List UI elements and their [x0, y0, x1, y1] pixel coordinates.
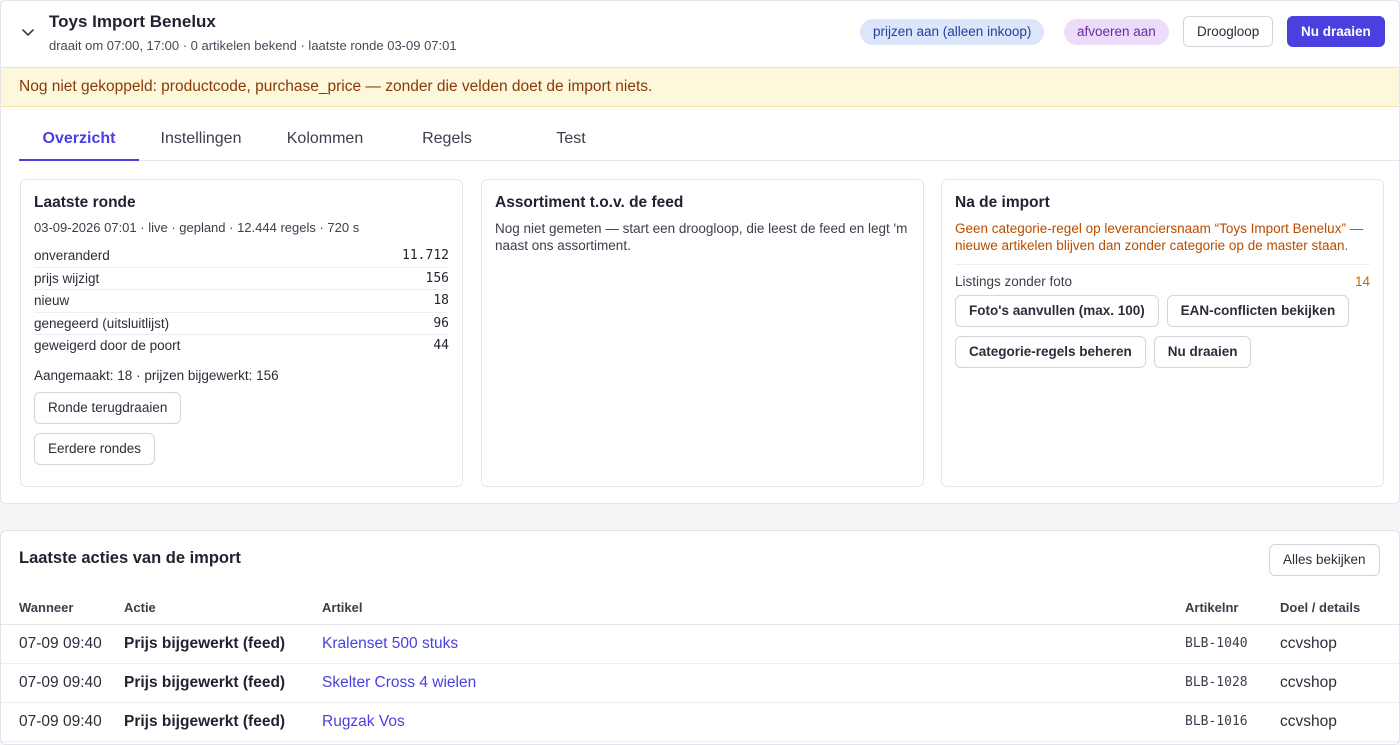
stat-label: nieuw	[34, 293, 70, 308]
article-link[interactable]: Kralenset 500 stuks	[322, 624, 1185, 664]
stat-row: genegeerd (uitsluitlijst) 96	[34, 313, 449, 335]
photo-row: Listings zonder foto 14	[955, 274, 1370, 289]
import-detail-card: Toys Import Benelux draait om 07:00, 17:…	[0, 0, 1400, 504]
run-now-button[interactable]: Nu draaien	[1287, 16, 1385, 47]
actions-table: Wanneer Actie Artikel Artikelnr Doel / d…	[1, 591, 1399, 742]
sku-cell: BLB-1028	[1185, 663, 1280, 703]
ean-conflicts-button[interactable]: EAN-conflicten bekijken	[1166, 295, 1350, 327]
section-title: Laatste acties van de import	[19, 549, 241, 567]
earlier-rounds-button[interactable]: Eerdere rondes	[34, 432, 156, 465]
status-badge-discard: afvoeren aan	[1064, 19, 1169, 45]
table-row: 07-09 09:40 Prijs bijgewerkt (feed) Rugz…	[1, 702, 1399, 742]
when-cell: 07-09 09:40	[1, 663, 124, 703]
tab-kolommen[interactable]: Kolommen	[269, 121, 381, 161]
panel-title: Assortiment t.o.v. de feed	[495, 194, 684, 211]
last-round-panel: Laatste ronde 03-09-2026 07:01 · live · …	[20, 179, 463, 487]
tab-regels[interactable]: Regels	[391, 121, 503, 161]
column-header: Actie	[124, 591, 322, 625]
page-title: Toys Import Benelux	[49, 12, 216, 31]
stat-row: prijs wijzigt 156	[34, 268, 449, 290]
panel-title: Na de import	[955, 194, 1050, 211]
import-actions-card: Laatste acties van de import Alles bekij…	[0, 530, 1400, 745]
round-meta: 03-09-2026 07:01 · live · gepland · 12.4…	[34, 220, 360, 235]
article-link[interactable]: Skelter Cross 4 wielen	[322, 663, 1185, 703]
article-link[interactable]: Rugzak Vos	[322, 702, 1185, 742]
chevron-down-icon[interactable]	[19, 23, 37, 41]
stat-value: 156	[425, 270, 449, 286]
after-import-actions: Foto's aanvullen (max. 100) EAN-conflict…	[955, 295, 1370, 377]
tab-instellingen[interactable]: Instellingen	[145, 121, 257, 161]
import-header: Toys Import Benelux draait om 07:00, 17:…	[1, 1, 1399, 67]
action-cell: Prijs bijgewerkt (feed)	[124, 624, 322, 664]
table-row: 07-09 09:40 Prijs bijgewerkt (feed) Skel…	[1, 663, 1399, 703]
schedule-subtitle: draait om 07:00, 17:00 · 0 artikelen bek…	[49, 38, 457, 53]
sku-cell: BLB-1016	[1185, 702, 1280, 742]
stat-row: geweigerd door de poort 44	[34, 335, 449, 358]
photo-label: Listings zonder foto	[955, 274, 1073, 289]
target-cell: ccvshop	[1280, 663, 1399, 703]
after-import-panel: Na de import Geen categorie-regel op lev…	[941, 179, 1384, 487]
column-header: Wanneer	[1, 591, 124, 625]
column-header: Artikelnr	[1185, 591, 1280, 625]
table-header: Wanneer Actie Artikel Artikelnr Doel / d…	[1, 591, 1399, 625]
round-stats: onveranderd 11.712 prijs wijzigt 156 nieuw…	[34, 245, 449, 358]
stat-value: 96	[433, 315, 449, 331]
category-rules-button[interactable]: Categorie-regels beheren	[955, 336, 1146, 368]
rollback-round-button[interactable]: Ronde terugdraaien	[34, 391, 182, 424]
column-header: Artikel	[322, 591, 1185, 625]
assortment-text: Nog niet gemeten — start een droogloop, …	[495, 221, 908, 253]
fill-photos-button[interactable]: Foto's aanvullen (max. 100)	[955, 295, 1159, 327]
target-cell: ccvshop	[1280, 624, 1399, 664]
dry-run-button[interactable]: Droogloop	[1183, 16, 1274, 47]
sku-cell: BLB-1040	[1185, 624, 1280, 664]
round-summary: Aangemaakt: 18 · prijzen bijgewerkt: 156	[34, 367, 279, 383]
stat-value: 18	[433, 293, 449, 308]
table-row: 07-09 09:40 Prijs bijgewerkt (feed) Kral…	[1, 624, 1399, 664]
warning-banner: Nog niet gekoppeld: productcode, purchas…	[1, 67, 1399, 107]
stat-row: onveranderd 11.712	[34, 245, 449, 268]
target-cell: ccvshop	[1280, 702, 1399, 742]
column-header: Doel / details	[1280, 591, 1399, 625]
assortment-panel: Assortiment t.o.v. de feed Nog niet geme…	[481, 179, 924, 487]
tab-bar: Overzicht Instellingen Kolommen Regels T…	[19, 121, 1399, 161]
view-all-button[interactable]: Alles bekijken	[1269, 544, 1380, 576]
photo-count: 14	[1354, 274, 1370, 289]
stat-label: geweigerd door de poort	[34, 338, 181, 353]
stat-label: prijs wijzigt	[34, 270, 100, 286]
run-now-secondary-button[interactable]: Nu draaien	[1153, 336, 1252, 368]
stat-value: 11.712	[402, 248, 449, 263]
stat-row: nieuw 18	[34, 290, 449, 313]
when-cell: 07-09 09:40	[1, 702, 124, 742]
status-badge-prices: prijzen aan (alleen inkoop)	[860, 19, 1045, 45]
category-warning: Geen categorie-regel op leveranciersnaam…	[955, 220, 1370, 265]
when-cell: 07-09 09:40	[1, 624, 124, 664]
stat-value: 44	[433, 338, 449, 353]
tab-overzicht[interactable]: Overzicht	[19, 121, 139, 161]
action-cell: Prijs bijgewerkt (feed)	[124, 663, 322, 703]
stat-label: onveranderd	[34, 248, 110, 263]
stat-label: genegeerd (uitsluitlijst)	[34, 315, 170, 331]
action-cell: Prijs bijgewerkt (feed)	[124, 702, 322, 742]
panel-title: Laatste ronde	[34, 194, 136, 211]
tab-test[interactable]: Test	[515, 121, 627, 161]
